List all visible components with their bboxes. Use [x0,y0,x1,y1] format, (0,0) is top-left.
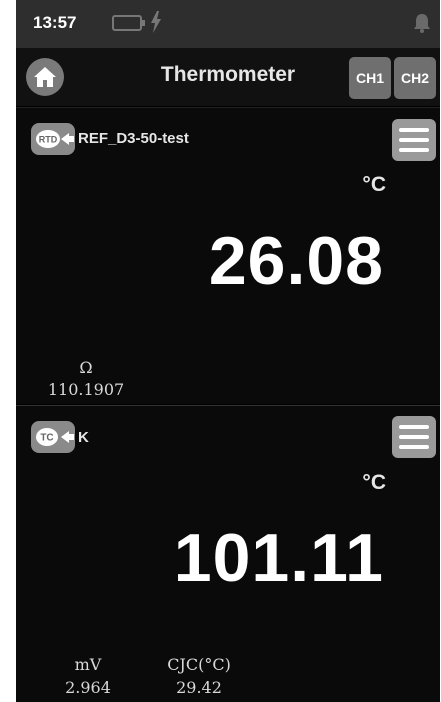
temperature-unit: °C [362,173,386,196]
millivolt-value: 2.964 [65,678,111,697]
probe-name: K [78,429,89,446]
status-time: 13:57 [33,13,77,32]
menu-icon-bar [399,435,429,439]
channel-2-menu-button[interactable] [392,416,436,458]
channel-1-menu-button[interactable] [392,119,436,161]
rtd-badge-text: RTD [39,135,58,145]
cjc-value: 29.42 [176,678,222,697]
menu-icon-bar [399,138,429,142]
millivolt-label: mV [74,655,102,674]
resistance-label: Ω [79,358,93,377]
ch2-button[interactable]: CH2 [394,57,436,99]
title-bar: Thermometer CH1 CH2 [16,48,440,106]
temperature-reading: 26.08 [208,223,384,299]
device-screen: 13:57 Thermometer CH1 CH2 RTD REF_D3-50-… [16,0,440,702]
cjc-label: CJC(°C) [167,655,231,674]
resistance-value: 110.1907 [47,380,125,399]
charging-bolt-icon [151,11,161,33]
tc-sensor-icon[interactable]: TC [31,421,75,453]
ch1-button[interactable]: CH1 [349,57,391,99]
channel-1-panel: RTD REF_D3-50-test °C 26.08 Ω 110.1907 [16,107,440,404]
battery-icon [112,15,145,31]
notification-bell-icon [414,14,430,33]
temperature-reading: 101.11 [173,520,384,596]
probe-name: REF_D3-50-test [78,130,189,147]
channel-2-panel: TC K °C 101.11 mV 2.964 CJC(°C) 29.42 [16,405,440,702]
temperature-unit: °C [362,471,386,494]
rtd-sensor-icon[interactable]: RTD [31,123,75,155]
tc-badge-text: TC [40,433,53,444]
status-bar: 13:57 [16,0,440,48]
menu-icon-bar [399,128,429,132]
menu-icon-bar [399,148,429,152]
menu-icon-bar [399,425,429,429]
menu-icon-bar [399,445,429,449]
